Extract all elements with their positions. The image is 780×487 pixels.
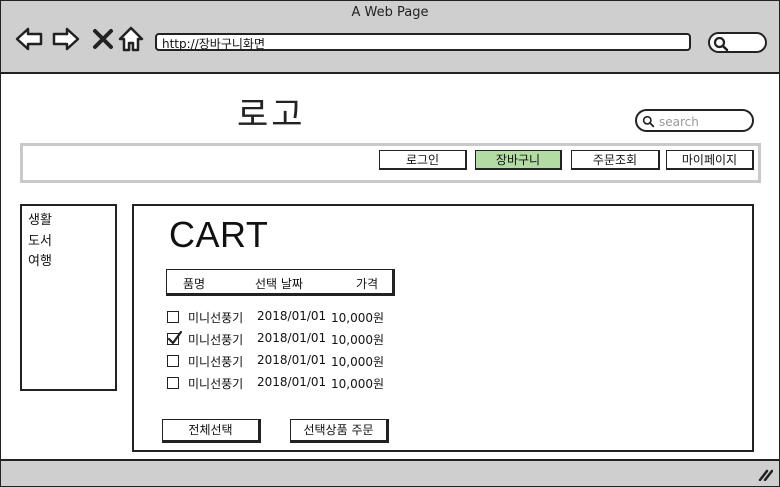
row-checkbox[interactable]: [167, 355, 179, 367]
selected-date: 2018/01/01: [257, 353, 327, 367]
browser-status-bar: [1, 459, 779, 486]
product-name: 미니선풍기: [188, 333, 244, 347]
home-icon[interactable]: [117, 25, 145, 53]
product-name: 미니선풍기: [188, 355, 244, 369]
search-icon: [713, 36, 729, 52]
select-all-button[interactable]: 전체선택: [162, 419, 261, 443]
forward-arrow-icon[interactable]: [52, 25, 80, 53]
category-sidebar: 생활 도서 여행: [20, 204, 117, 391]
url-bar[interactable]: http://장바구니화면: [155, 33, 691, 51]
product-price: 10,000원: [331, 333, 385, 347]
site-search-box[interactable]: [635, 109, 754, 132]
row-checkbox[interactable]: [167, 311, 179, 323]
row-checkbox[interactable]: [167, 377, 179, 389]
product-name: 미니선풍기: [188, 311, 244, 325]
close-x-icon[interactable]: [89, 25, 117, 53]
column-header-price: 가격: [356, 277, 379, 291]
browser-window: A Web Page http://장바구니화면 로고 로그인: [0, 0, 780, 487]
column-header-date: 선택 날짜: [255, 277, 303, 291]
checkmark-icon: [167, 331, 182, 345]
row-checkbox[interactable]: [167, 331, 182, 345]
selected-date: 2018/01/01: [257, 375, 327, 389]
product-price: 10,000원: [331, 311, 385, 325]
search-input[interactable]: [657, 112, 751, 131]
back-arrow-icon[interactable]: [15, 25, 43, 53]
sidebar-item-books[interactable]: 도서: [28, 230, 52, 249]
nav-login-button[interactable]: 로그인: [379, 150, 467, 170]
product-price: 10,000원: [331, 377, 385, 391]
nav-cart-button[interactable]: 장바구니: [475, 150, 562, 170]
column-header-name: 품명: [183, 277, 206, 291]
sidebar-item-travel[interactable]: 여행: [28, 250, 52, 269]
nav-mypage-button[interactable]: 마이페이지: [666, 150, 754, 170]
selected-date: 2018/01/01: [257, 309, 327, 323]
site-logo[interactable]: 로고: [237, 87, 306, 136]
browser-search-box[interactable]: [708, 32, 767, 53]
selected-date: 2018/01/01: [257, 331, 327, 345]
browser-toolbar: A Web Page http://장바구니화면: [1, 1, 779, 74]
sidebar-item-living[interactable]: 생활: [28, 209, 52, 228]
order-selected-button[interactable]: 선택상품 주문: [290, 419, 389, 443]
window-title: A Web Page: [351, 5, 429, 20]
search-icon: [642, 115, 655, 128]
page-title: CART: [169, 214, 269, 255]
product-name: 미니선풍기: [188, 377, 244, 391]
product-price: 10,000원: [331, 355, 385, 369]
nav-order-lookup-button[interactable]: 주문조회: [571, 150, 660, 170]
cart-table-header: 품명 선택 날짜 가격: [166, 269, 395, 296]
resize-grip-icon[interactable]: [757, 467, 773, 481]
